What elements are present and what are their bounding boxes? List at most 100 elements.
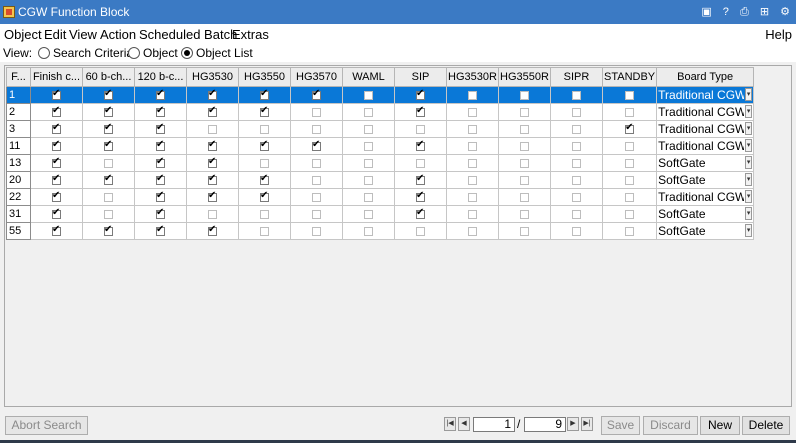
checkbox-checked-icon[interactable] [52, 190, 61, 202]
column-header[interactable]: 60 b-ch... [82, 67, 135, 87]
checkbox-checked-icon[interactable] [208, 190, 217, 202]
menu-help[interactable]: Help [765, 27, 792, 42]
checkbox-unchecked-icon[interactable] [572, 209, 581, 219]
column-header[interactable]: HG3530 [186, 67, 239, 87]
checkbox-unchecked-icon[interactable] [416, 158, 425, 168]
checkbox-unchecked-icon[interactable] [364, 226, 373, 236]
checkbox-checked-icon[interactable] [416, 105, 425, 117]
checkbox-unchecked-icon[interactable] [312, 107, 321, 117]
checkbox-unchecked-icon[interactable] [625, 192, 635, 202]
menu-scheduled-batch[interactable]: Scheduled Batch [139, 27, 237, 42]
checkbox-unchecked-icon[interactable] [625, 90, 635, 100]
dropdown-arrow-icon[interactable]: ▾ [745, 224, 753, 237]
screen-icon[interactable]: ▣ [701, 5, 713, 18]
next-page-icon[interactable]: ▶ [567, 417, 579, 431]
checkbox-unchecked-icon[interactable] [364, 90, 373, 100]
checkbox-unchecked-icon[interactable] [260, 158, 269, 168]
checkbox-unchecked-icon[interactable] [364, 192, 373, 202]
checkbox-unchecked-icon[interactable] [520, 175, 529, 185]
row-id-cell[interactable]: 55 [6, 222, 31, 240]
help-icon[interactable]: ? [723, 6, 731, 18]
prev-page-icon[interactable]: ◀ [458, 417, 470, 431]
radio-search-criteria[interactable]: Search Criteria [38, 46, 133, 60]
checkbox-unchecked-icon[interactable] [260, 209, 269, 219]
page-current-input[interactable]: 1 [473, 417, 515, 432]
save-button[interactable]: Save [601, 416, 640, 435]
column-header[interactable]: F... [6, 67, 31, 87]
checkbox-checked-icon[interactable] [104, 173, 113, 185]
column-header[interactable]: Finish c... [30, 67, 83, 87]
checkbox-unchecked-icon[interactable] [208, 209, 217, 219]
checkbox-unchecked-icon[interactable] [312, 158, 321, 168]
checkbox-unchecked-icon[interactable] [468, 158, 477, 168]
column-header[interactable]: WAML [342, 67, 395, 87]
table-row[interactable]: 22 Traditional CGW Bo▾ [6, 188, 755, 206]
checkbox-checked-icon[interactable] [312, 139, 321, 151]
table-row[interactable]: 55 SoftGate ▾ [6, 222, 755, 240]
checkbox-unchecked-icon[interactable] [625, 175, 635, 185]
checkbox-unchecked-icon[interactable] [520, 141, 529, 151]
last-page-icon[interactable]: ▶| [581, 417, 593, 431]
checkbox-unchecked-icon[interactable] [625, 141, 635, 151]
column-header[interactable]: HG3530R [446, 67, 499, 87]
new-button[interactable]: New [700, 416, 740, 435]
checkbox-unchecked-icon[interactable] [572, 192, 581, 202]
checkbox-unchecked-icon[interactable] [364, 107, 373, 117]
checkbox-checked-icon[interactable] [156, 88, 165, 100]
board-type-select[interactable]: SoftGate ▾ [656, 222, 755, 240]
first-page-icon[interactable]: |◀ [444, 417, 456, 431]
row-id-cell[interactable]: 31 [6, 205, 31, 223]
checkbox-unchecked-icon[interactable] [104, 158, 113, 168]
checkbox-checked-icon[interactable] [52, 156, 61, 168]
checkbox-unchecked-icon[interactable] [625, 107, 635, 117]
checkbox-checked-icon[interactable] [52, 224, 61, 236]
board-type-select[interactable]: Traditional CGW Bo▾ [656, 137, 755, 155]
checkbox-checked-icon[interactable] [104, 105, 113, 117]
checkbox-checked-icon[interactable] [156, 156, 165, 168]
checkbox-unchecked-icon[interactable] [468, 141, 477, 151]
checkbox-unchecked-icon[interactable] [104, 209, 113, 219]
checkbox-unchecked-icon[interactable] [572, 158, 581, 168]
checkbox-checked-icon[interactable] [625, 122, 635, 134]
dropdown-arrow-icon[interactable]: ▾ [745, 139, 753, 152]
dropdown-arrow-icon[interactable]: ▾ [745, 122, 753, 135]
checkbox-checked-icon[interactable] [208, 156, 217, 168]
board-type-select[interactable]: Traditional CGW Bo▾ [656, 103, 755, 121]
checkbox-unchecked-icon[interactable] [416, 226, 425, 236]
checkbox-checked-icon[interactable] [260, 173, 269, 185]
radio-button-selected-icon[interactable] [181, 47, 193, 59]
row-id-cell[interactable]: 11 [6, 137, 31, 155]
checkbox-checked-icon[interactable] [52, 122, 61, 134]
checkbox-checked-icon[interactable] [208, 224, 217, 236]
checkbox-unchecked-icon[interactable] [468, 124, 477, 134]
checkbox-unchecked-icon[interactable] [364, 124, 373, 134]
checkbox-checked-icon[interactable] [156, 122, 165, 134]
column-header[interactable]: 120 b-c... [134, 67, 187, 87]
row-id-cell[interactable]: 2 [6, 103, 31, 121]
network-icon[interactable]: ⊞ [760, 5, 771, 18]
checkbox-unchecked-icon[interactable] [572, 226, 581, 236]
checkbox-checked-icon[interactable] [156, 105, 165, 117]
checkbox-unchecked-icon[interactable] [572, 175, 581, 185]
dropdown-arrow-icon[interactable]: ▾ [745, 190, 753, 203]
checkbox-unchecked-icon[interactable] [520, 209, 529, 219]
table-row[interactable]: 31 SoftGate ▾ [6, 205, 755, 223]
abort-search-button[interactable]: Abort Search [5, 416, 88, 435]
checkbox-unchecked-icon[interactable] [572, 124, 581, 134]
checkbox-checked-icon[interactable] [104, 88, 113, 100]
checkbox-unchecked-icon[interactable] [364, 141, 373, 151]
board-type-select[interactable]: Traditional CGW Bo▾ [656, 86, 755, 104]
radio-button-icon[interactable] [128, 47, 140, 59]
checkbox-unchecked-icon[interactable] [312, 175, 321, 185]
checkbox-unchecked-icon[interactable] [312, 209, 321, 219]
board-type-select[interactable]: Traditional CGW Bo▾ [656, 120, 755, 138]
checkbox-checked-icon[interactable] [208, 139, 217, 151]
column-header[interactable]: SIP [394, 67, 447, 87]
checkbox-unchecked-icon[interactable] [520, 107, 529, 117]
checkbox-unchecked-icon[interactable] [260, 124, 269, 134]
checkbox-checked-icon[interactable] [260, 88, 269, 100]
checkbox-checked-icon[interactable] [104, 139, 113, 151]
checkbox-checked-icon[interactable] [260, 190, 269, 202]
column-header[interactable]: HG3550 [238, 67, 291, 87]
menu-edit[interactable]: Edit [44, 27, 66, 42]
